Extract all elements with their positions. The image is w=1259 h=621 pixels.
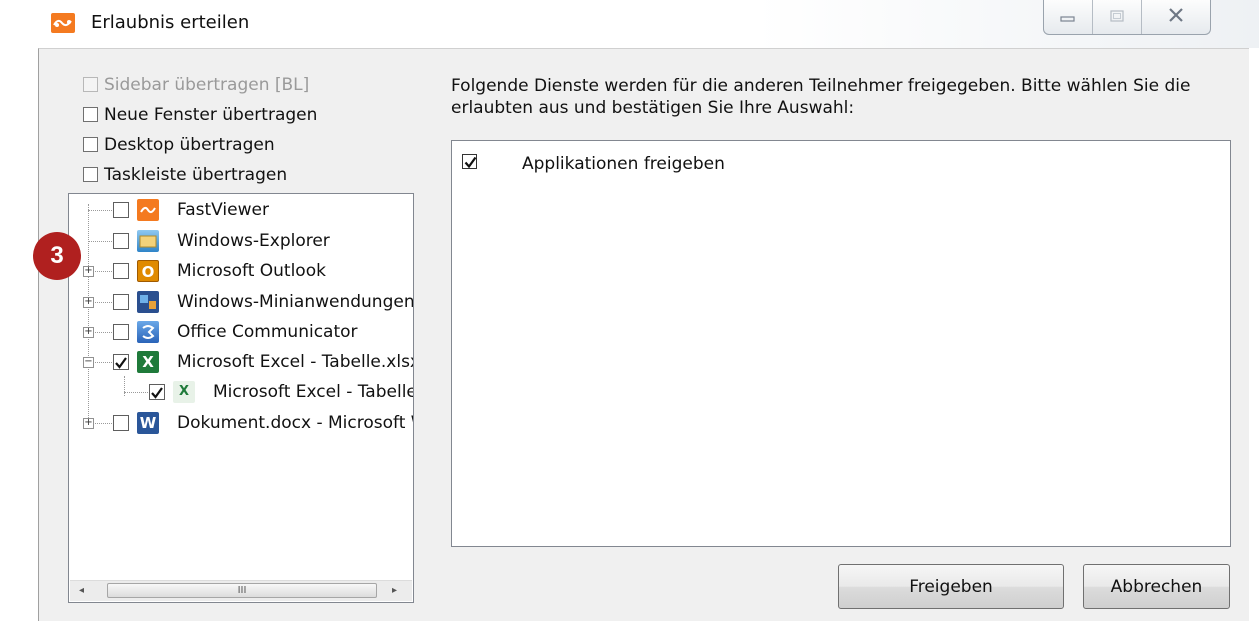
services-description: Folgende Dienste werden für die anderen … [451,76,1191,118]
tree-branch-line [124,392,148,393]
tree-expand-icon[interactable]: + [83,418,94,429]
maximize-icon [1110,7,1124,27]
checkmark-icon [115,357,127,369]
service-checkbox-applications[interactable] [462,154,477,169]
tree-label-communicator: Office Communicator [177,322,358,342]
application-tree[interactable]: FastViewer Windows-Explorer + O Microsof… [68,193,414,603]
scroll-left-arrow-icon[interactable]: ◂ [79,585,84,596]
tree-checkbox-excel[interactable] [113,354,129,370]
tree-checkbox-gadgets[interactable] [113,294,129,310]
window-title: Erlaubnis erteilen [91,12,250,33]
option-checkbox-sidebar[interactable] [83,77,98,92]
maximize-button[interactable] [1093,0,1143,34]
fastviewer-app-icon [51,13,75,33]
tree-branch-line [95,362,112,363]
tree-checkbox-word[interactable] [113,415,129,431]
title-bar: Erlaubnis erteilen [0,0,1259,48]
outlook-icon: O [137,260,159,282]
option-checkbox-new-windows[interactable] [83,107,98,122]
scrollbar-grip-icon: III [237,585,247,596]
tree-expand-icon[interactable]: + [83,327,94,338]
tree-expand-icon[interactable]: + [83,266,94,277]
option-checkbox-taskbar[interactable] [83,167,98,182]
tree-label-gadgets: Windows-Minianwendungen [177,292,414,312]
service-label-applications: Applikationen freigeben [522,154,725,174]
excel-sheet-icon: X [173,381,195,403]
tree-label-excel: Microsoft Excel - Tabelle.xlsx [177,352,414,372]
option-label-taskbar: Taskleiste übertragen [104,165,288,185]
services-list[interactable]: Applikationen freigeben [451,140,1231,547]
tree-checkbox-communicator[interactable] [113,324,129,340]
checkmark-icon [151,387,163,399]
window-controls [1043,0,1211,35]
option-checkbox-desktop[interactable] [83,137,98,152]
step-number-badge: 3 [33,232,81,280]
excel-icon: X [137,351,159,373]
tree-item-outlook[interactable]: + O Microsoft Outlook [69,257,413,287]
tree-label-excel-sheet: Microsoft Excel - Tabelle.xlsx [213,382,413,402]
scroll-right-arrow-icon[interactable]: ▸ [392,585,397,596]
tree-checkbox-outlook[interactable] [113,263,129,279]
tree-item-word[interactable]: + W Dokument.docx - Microsoft Word [69,409,413,439]
scrollbar-thumb[interactable]: III [107,583,377,598]
tree-checkbox-windows-explorer[interactable] [113,233,129,249]
tree-checkbox-fastviewer[interactable] [113,202,129,218]
tree-collapse-icon[interactable]: − [83,357,94,368]
tree-item-fastviewer[interactable]: FastViewer [69,196,413,226]
windows-explorer-icon [137,230,159,252]
tree-branch-line [95,332,112,333]
option-label-sidebar: Sidebar übertragen [BL] [104,75,310,95]
tree-horizontal-scrollbar[interactable]: ◂ III ▸ [70,580,412,601]
minimize-button[interactable] [1044,0,1094,34]
minimize-icon [1060,7,1076,27]
share-button[interactable]: Freigeben [838,564,1064,609]
tree-branch-line [95,271,112,272]
tree-expand-icon[interactable]: + [83,297,94,308]
word-icon: W [137,412,159,434]
fastviewer-icon [137,199,159,221]
tree-item-excel[interactable]: − X Microsoft Excel - Tabelle.xlsx [69,348,414,378]
tree-item-windows-explorer[interactable]: Windows-Explorer [69,227,413,257]
tree-branch-line [88,210,112,211]
tree-label-windows-explorer: Windows-Explorer [177,231,330,251]
tree-checkbox-excel-sheet[interactable] [149,384,165,400]
option-label-desktop: Desktop übertragen [104,135,275,155]
close-button[interactable] [1142,0,1210,34]
cancel-button[interactable]: Abbrechen [1083,564,1230,609]
gadgets-icon [137,291,159,313]
communicator-icon [137,321,159,343]
tree-branch-line [95,302,112,303]
checkmark-icon [464,156,477,169]
tree-label-word: Dokument.docx - Microsoft Word [177,413,413,433]
tree-label-fastviewer: FastViewer [177,200,269,220]
option-label-new-windows: Neue Fenster übertragen [104,105,318,125]
tree-item-gadgets[interactable]: + Windows-Minianwendungen [69,288,414,318]
tree-item-excel-sheet[interactable]: X Microsoft Excel - Tabelle.xlsx [69,378,413,408]
tree-branch-line [95,423,112,424]
tree-item-communicator[interactable]: + Office Communicator [69,318,413,348]
tree-label-outlook: Microsoft Outlook [177,261,326,281]
tree-branch-line [88,241,112,242]
close-icon [1168,7,1184,27]
